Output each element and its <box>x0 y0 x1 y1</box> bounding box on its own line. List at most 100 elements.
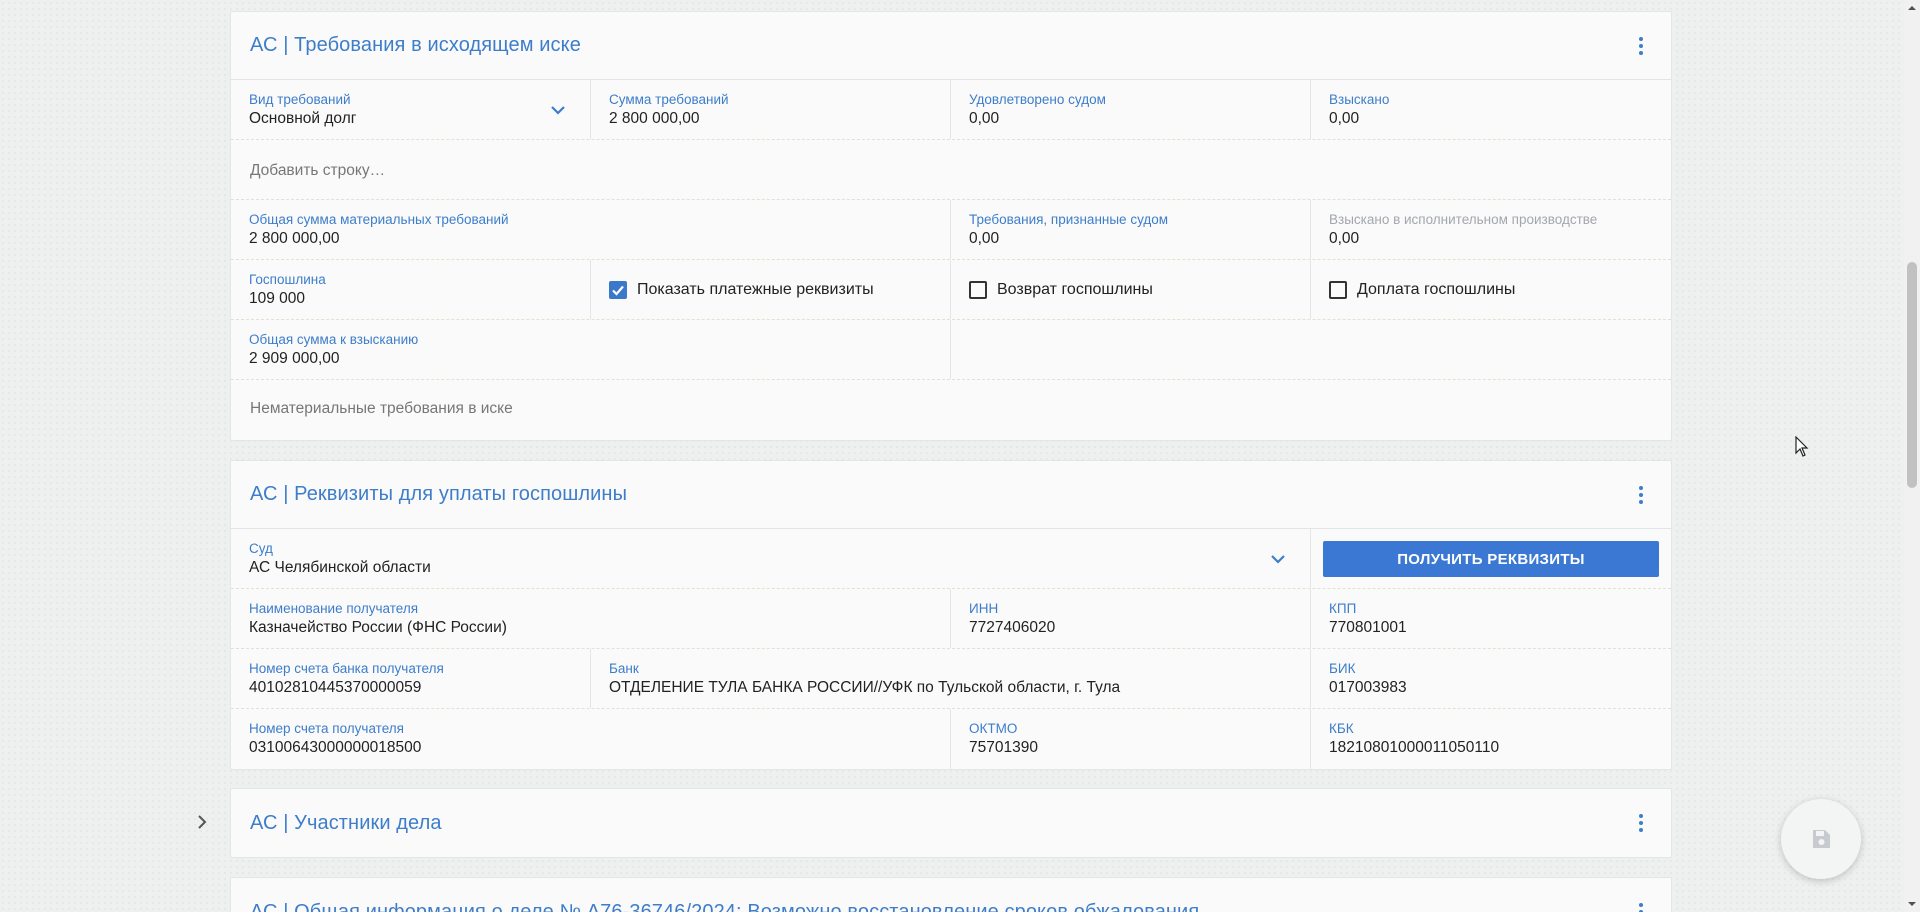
enforcement-field: Взыскано в исполнительном производстве 0… <box>1311 200 1671 259</box>
satisfied-field[interactable]: Удовлетворено судом 0,00 <box>951 80 1311 139</box>
scroll-down-icon[interactable] <box>1907 899 1917 909</box>
total-collect-row: Общая сумма к взысканию 2 909 000,00 <box>231 320 1671 380</box>
inn-field[interactable]: ИНН 7727406020 <box>951 589 1311 648</box>
court-select[interactable]: Суд АС Челябинской области <box>231 529 1311 588</box>
checkbox-icon[interactable] <box>969 280 987 299</box>
field-value: 18210801000011050110 <box>1329 739 1500 756</box>
bank-field[interactable]: Банк ОТДЕЛЕНИЕ ТУЛА БАНКА РОССИИ//УФК по… <box>591 649 1311 708</box>
fee-field[interactable]: Госпошлина 109 000 <box>231 260 591 319</box>
field-label: Номер счета получателя <box>249 721 404 736</box>
card-title: АС | Участники дела <box>250 811 442 834</box>
get-requisites-button[interactable]: ПОЛУЧИТЬ РЕКВИЗИТЫ <box>1323 541 1659 577</box>
field-value: 0,00 <box>1329 230 1360 247</box>
mouse-pointer-icon <box>1795 436 1809 457</box>
collected-field[interactable]: Взыскано 0,00 <box>1311 80 1671 139</box>
claims-card-header[interactable]: АС | Требования в исходящем иске <box>231 12 1671 80</box>
field-label: Госпошлина <box>249 272 326 287</box>
field-label: Сумма требований <box>609 92 729 107</box>
claim-row: Вид требований Основной долг Сумма требо… <box>231 80 1671 140</box>
field-label: Общая сумма материальных требований <box>249 212 509 227</box>
participants-card-header[interactable]: АС | Участники дела <box>231 789 1671 857</box>
recognized-field[interactable]: Требования, признанные судом 0,00 <box>951 200 1311 259</box>
requisites-card: АС | Реквизиты для уплаты госпошлины Суд… <box>230 460 1672 770</box>
page-content: АС | Требования в исходящем иске Вид тре… <box>0 0 1904 912</box>
general-info-card-header[interactable]: АС | Общая информация о деле № А76-36746… <box>231 878 1671 912</box>
scrollbar-thumb[interactable] <box>1907 262 1917 488</box>
more-vert-icon[interactable] <box>1629 483 1653 507</box>
field-label: Наименование получателя <box>249 601 419 616</box>
oktmo-field[interactable]: ОКТМО 75701390 <box>951 709 1311 769</box>
bank-row: Номер счета банка получателя 40102810445… <box>231 649 1671 709</box>
court-row: Суд АС Челябинской области ПОЛУЧИТЬ РЕКВ… <box>231 529 1671 589</box>
field-value: 0,00 <box>969 230 1000 247</box>
field-value: Казначейство России (ФНС России) <box>249 619 507 636</box>
bank-account-field[interactable]: Номер счета банка получателя 40102810445… <box>231 649 591 708</box>
field-value: АС Челябинской области <box>249 559 431 576</box>
fee-extra-checkbox[interactable]: Доплата госпошлины <box>1311 260 1671 319</box>
field-value: Основной долг <box>249 110 357 127</box>
field-value: 75701390 <box>969 739 1038 756</box>
bik-field[interactable]: БИК 017003983 <box>1311 649 1671 708</box>
field-value: 109 000 <box>249 290 306 307</box>
field-label: КПП <box>1329 601 1357 616</box>
field-value: 0,00 <box>969 110 1000 127</box>
field-label: ОКТМО <box>969 721 1018 736</box>
vertical-scrollbar[interactable] <box>1904 0 1920 912</box>
more-vert-icon[interactable] <box>1629 34 1653 58</box>
scroll-up-icon[interactable] <box>1907 3 1917 13</box>
show-payment-checkbox[interactable]: Показать платежные реквизиты <box>591 260 951 319</box>
chevron-down-icon[interactable] <box>1268 549 1288 569</box>
field-value: 770801001 <box>1329 619 1407 636</box>
field-value: 40102810445370000059 <box>249 679 422 696</box>
more-vert-icon[interactable] <box>1629 811 1653 835</box>
claim-sum-field[interactable]: Сумма требований 2 800 000,00 <box>591 80 951 139</box>
participants-card: АС | Участники дела <box>230 788 1672 858</box>
recipient-row: Наименование получателя Казначейство Рос… <box>231 589 1671 649</box>
claims-card: АС | Требования в исходящем иске Вид тре… <box>230 11 1672 441</box>
fee-row: Госпошлина 109 000 Показать платежные ре… <box>231 260 1671 320</box>
card-title: АС | Общая информация о деле № А76-36746… <box>250 900 1200 912</box>
general-info-card: АС | Общая информация о деле № А76-36746… <box>230 877 1672 912</box>
field-label: Взыскано в исполнительном производстве <box>1329 212 1598 227</box>
field-label: Банк <box>609 661 639 676</box>
field-label: Суд <box>249 541 273 556</box>
field-value: 0,00 <box>1329 110 1360 127</box>
recipient-field[interactable]: Наименование получателя Казначейство Рос… <box>231 589 951 648</box>
total-collect-field: Общая сумма к взысканию 2 909 000,00 <box>231 320 951 379</box>
field-value: 03100643000000018500 <box>249 739 422 756</box>
field-value: ОТДЕЛЕНИЕ ТУЛА БАНКА РОССИИ//УФК по Туль… <box>609 679 1121 696</box>
more-vert-icon[interactable] <box>1629 900 1653 912</box>
requisites-card-header[interactable]: АС | Реквизиты для уплаты госпошлины <box>231 461 1671 529</box>
field-label: КБК <box>1329 721 1354 736</box>
field-label: Требования, признанные судом <box>969 212 1169 227</box>
checkbox-icon[interactable] <box>1329 280 1347 299</box>
field-value: 017003983 <box>1329 679 1407 696</box>
claim-type-select[interactable]: Вид требований Основной долг <box>231 80 591 139</box>
field-label: БИК <box>1329 661 1356 676</box>
add-row-input[interactable]: Добавить строку… <box>231 140 404 199</box>
checkbox-checked-icon[interactable] <box>609 280 627 299</box>
checkbox-label: Показать платежные реквизиты <box>637 280 874 298</box>
field-label: Номер счета банка получателя <box>249 661 444 676</box>
total-material-field: Общая сумма материальных требований 2 80… <box>231 200 951 259</box>
nonmaterial-row: Нематериальные требования в иске <box>231 380 1671 440</box>
field-label: Общая сумма к взысканию <box>249 332 419 347</box>
kbk-field[interactable]: КБК 18210801000011050110 <box>1311 709 1671 769</box>
recipient-account-field[interactable]: Номер счета получателя 03100643000000018… <box>231 709 951 769</box>
fee-refund-checkbox[interactable]: Возврат госпошлины <box>951 260 1311 319</box>
add-row: Добавить строку… <box>231 140 1671 200</box>
field-label: Вид требований <box>249 92 351 107</box>
save-icon <box>1813 830 1830 848</box>
button-cell: ПОЛУЧИТЬ РЕКВИЗИТЫ <box>1311 529 1671 588</box>
account-row: Номер счета получателя 03100643000000018… <box>231 709 1671 769</box>
field-label: Удовлетворено судом <box>969 92 1106 107</box>
kpp-field[interactable]: КПП 770801001 <box>1311 589 1671 648</box>
field-label: Взыскано <box>1329 92 1390 107</box>
field-value: 2 800 000,00 <box>609 110 700 127</box>
nonmaterial-section[interactable]: Нематериальные требования в иске <box>231 380 532 440</box>
card-title: АС | Требования в исходящем иске <box>250 34 581 56</box>
field-value: 7727406020 <box>969 619 1056 636</box>
chevron-down-icon[interactable] <box>548 100 568 120</box>
save-button[interactable] <box>1781 799 1861 879</box>
chevron-right-icon[interactable] <box>192 812 212 832</box>
